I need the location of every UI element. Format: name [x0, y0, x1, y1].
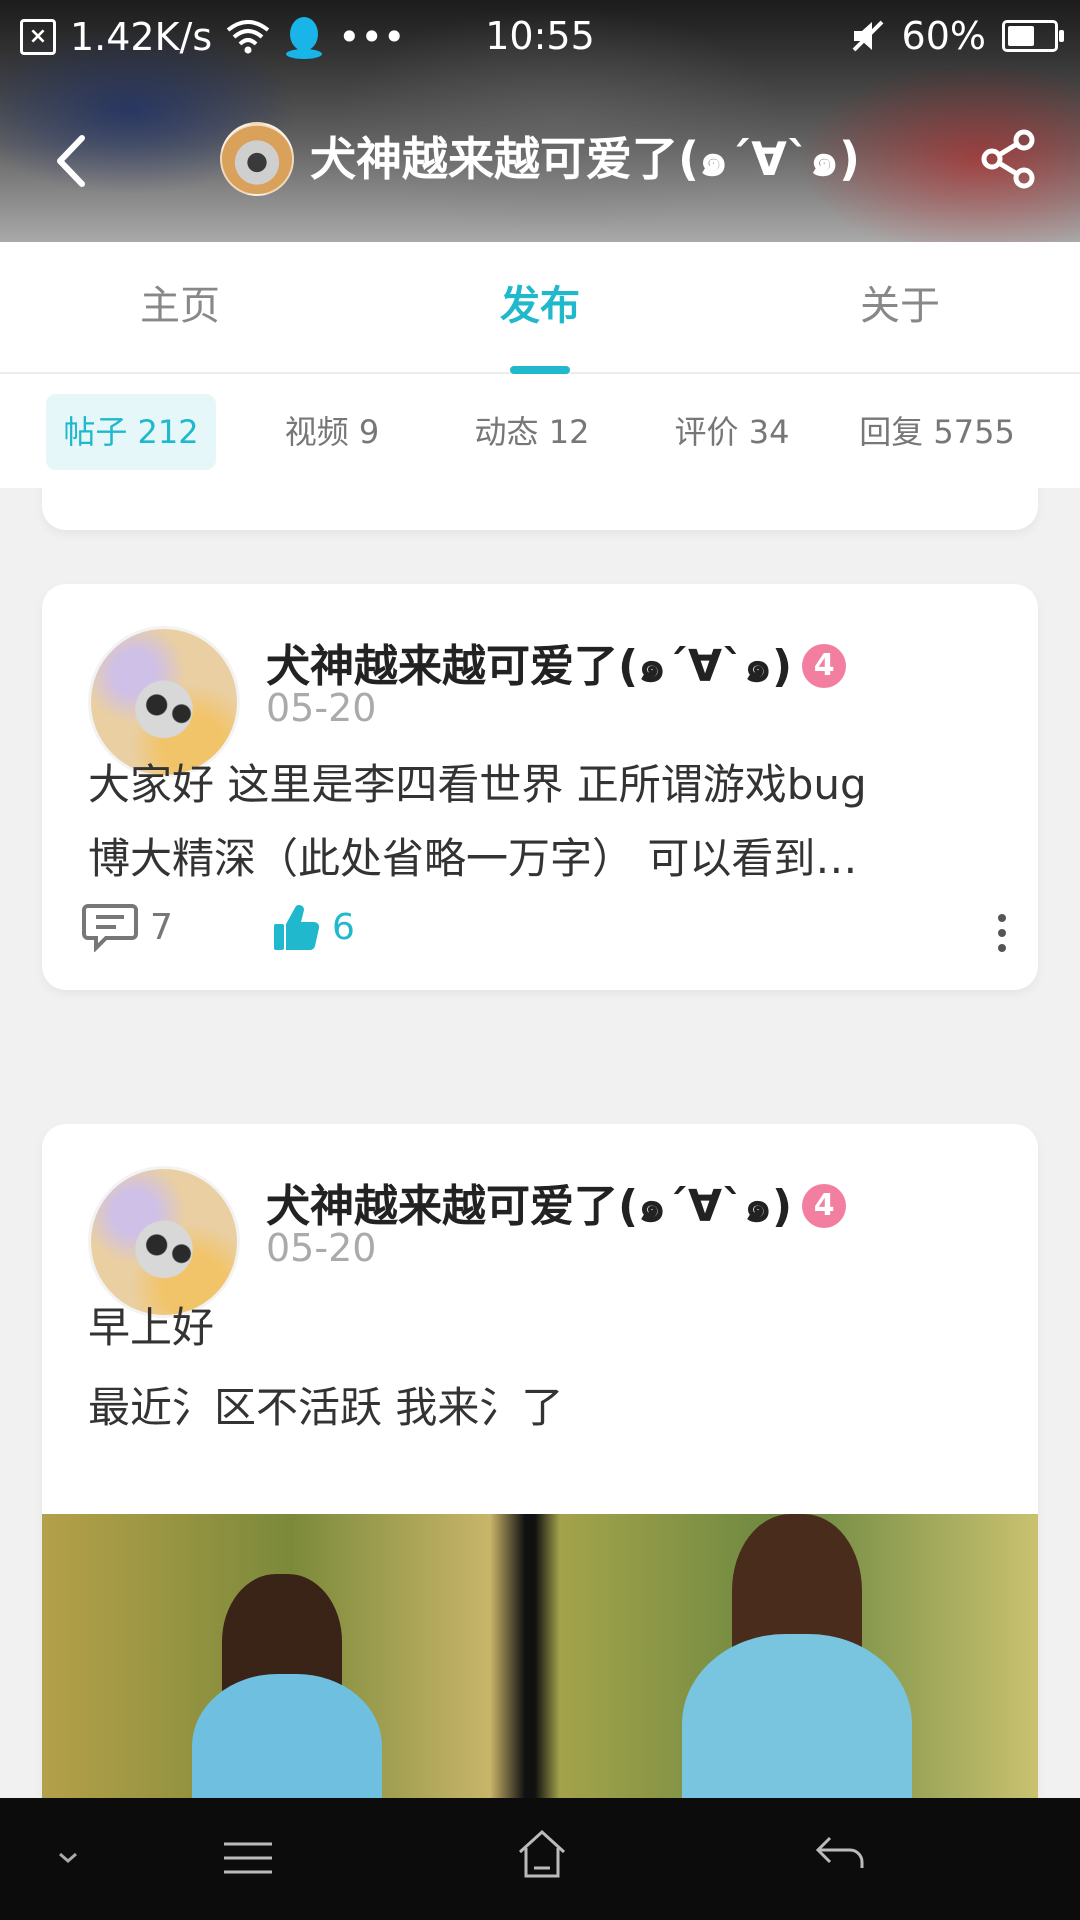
profile-header: × 1.42K/s ••• 10:55 60% 犬神越来越可爱了(๑´∀`๑) [0, 0, 1080, 242]
battery-icon [1002, 20, 1064, 52]
comment-icon [82, 904, 138, 952]
back-nav-icon[interactable] [814, 1834, 866, 1874]
filter-replies[interactable]: 回复 5755 [852, 394, 1022, 470]
post-body[interactable]: 早上好 最近氵区不活跃 我来氵了 [88, 1288, 1008, 1448]
level-badge: 4 [802, 1183, 847, 1228]
top-nav: 犬神越来越可爱了(๑´∀`๑) [0, 98, 1080, 222]
system-nav-bar [0, 1798, 1080, 1920]
profile-tabs: 主页 发布 关于 [0, 242, 1080, 374]
post-line: 最近氵区不活跃 我来氵了 [88, 1383, 564, 1432]
post-filters: 帖子 212 视频 9 动态 12 评价 34 回复 5755 [0, 374, 1080, 488]
like-count: 6 [332, 906, 355, 948]
header-avatar [219, 122, 294, 196]
comment-button[interactable]: 7 [82, 902, 173, 952]
battery-level [1008, 26, 1035, 46]
battery-percent: 60% [901, 14, 986, 58]
filter-videos[interactable]: 视频 9 [252, 394, 412, 470]
post-line: 博大精深（此处省略一万字） 可以看到… [88, 834, 858, 883]
post-date: 05-20 [266, 1226, 377, 1270]
post-line: 早上好 [88, 1303, 215, 1352]
post-card[interactable]: 犬神越来越可爱了(๑´∀`๑) 4 05-20 早上好 最近氵区不活跃 我来氵了 [42, 1124, 1038, 1798]
tab-posts[interactable]: 发布 [360, 242, 720, 372]
status-bar: × 1.42K/s ••• 10:55 60% [0, 0, 1080, 76]
filter-threads[interactable]: 帖子 212 [46, 394, 216, 470]
home-icon[interactable] [516, 1828, 568, 1880]
post-date: 05-20 [266, 686, 377, 730]
post-line: 大家好 这里是李四看世界 正所谓游戏bug [88, 760, 867, 809]
active-tab-indicator [510, 366, 570, 374]
chevron-down-icon[interactable] [56, 1848, 80, 1868]
post-body[interactable]: 大家好 这里是李四看世界 正所谓游戏bug 博大精深（此处省略一万字） 可以看到… [88, 748, 1008, 896]
photo-shirt-left [192, 1674, 382, 1798]
post-card-partial[interactable] [42, 488, 1038, 530]
post-feed[interactable]: 犬神越来越可爱了(๑´∀`๑) 4 05-20 大家好 这里是李四看世界 正所谓… [0, 488, 1080, 1798]
filter-reviews[interactable]: 评价 34 [652, 394, 812, 470]
tab-home[interactable]: 主页 [0, 242, 360, 372]
filter-moments[interactable]: 动态 12 [452, 394, 612, 470]
tab-about[interactable]: 关于 [720, 242, 1080, 372]
page-title: 犬神越来越可爱了(๑´∀`๑) [309, 131, 861, 186]
thumbs-up-icon [274, 905, 320, 951]
post-actions: 7 6 [82, 902, 1012, 962]
post-card[interactable]: 犬神越来越可爱了(๑´∀`๑) 4 05-20 大家好 这里是李四看世界 正所谓… [42, 584, 1038, 990]
level-badge: 4 [802, 643, 847, 688]
post-image[interactable] [42, 1514, 1038, 1798]
like-button[interactable]: 6 [272, 902, 355, 952]
comment-count: 7 [150, 906, 173, 948]
share-icon[interactable] [978, 128, 1040, 190]
photo-shirt-right [682, 1634, 912, 1798]
menu-icon[interactable] [222, 1838, 274, 1878]
more-options-icon[interactable] [992, 908, 1012, 958]
mute-icon [852, 20, 883, 52]
